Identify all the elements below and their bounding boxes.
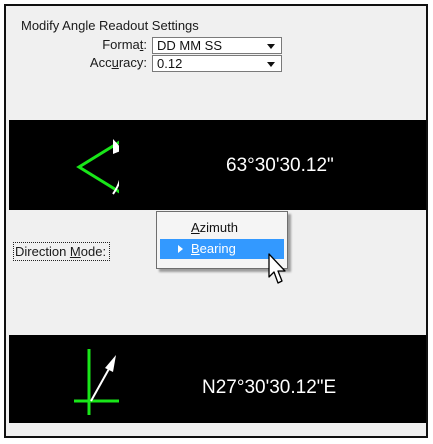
chevron-down-icon [267, 62, 275, 67]
menu-item-bearing[interactable]: Bearing [160, 239, 284, 259]
angle-icon [76, 139, 119, 195]
menu-item-bearing-label: Bearing [191, 241, 236, 256]
direction-readout-preview: N27°30'30.12"E [9, 335, 426, 423]
dialog-title: Modify Angle Readout Settings [21, 18, 199, 33]
direction-readout-value: N27°30'30.12"E [202, 377, 337, 398]
accuracy-value: 0.12 [157, 56, 183, 71]
angle-readout-preview: 63°30'30.12" [9, 120, 426, 210]
format-value: DD MM SS [157, 38, 222, 53]
format-dropdown[interactable]: DD MM SS [152, 37, 282, 54]
menu-item-azimuth[interactable]: Azimuth [160, 218, 284, 238]
menu-item-azimuth-label: Azimuth [191, 220, 238, 235]
accuracy-dropdown[interactable]: 0.12 [152, 55, 282, 72]
direction-mode-label[interactable]: Direction Mode: [13, 242, 111, 261]
format-label: Format: [102, 37, 147, 52]
bearing-icon [74, 349, 119, 415]
mouse-pointer-icon [268, 253, 286, 284]
triangle-right-icon [178, 245, 183, 253]
chevron-down-icon [267, 44, 275, 49]
readout-settings-dialog: Modify Angle Readout Settings Format: DD… [4, 4, 428, 438]
angle-readout-value: 63°30'30.12" [226, 155, 334, 176]
accuracy-label: Accuracy: [89, 55, 147, 70]
